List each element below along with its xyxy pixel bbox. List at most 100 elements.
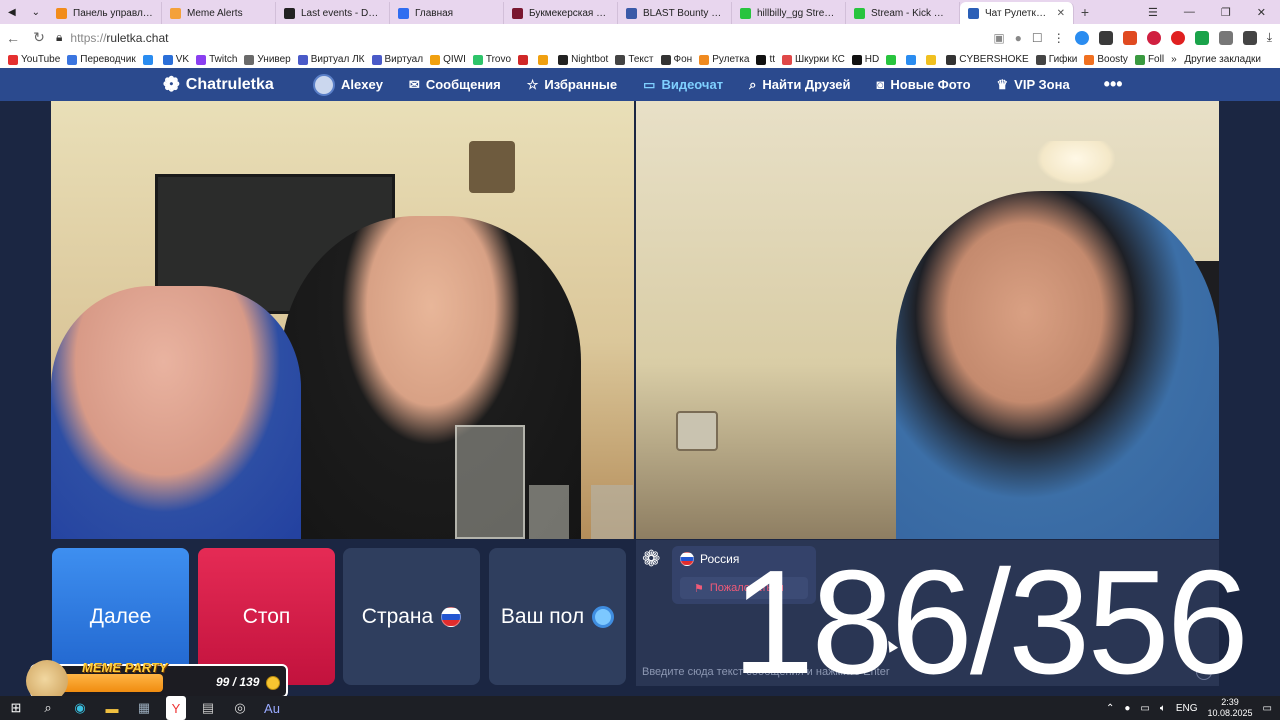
extension-icon[interactable] [1146, 30, 1161, 45]
bookmark-item[interactable]: YouTube [8, 54, 60, 65]
bookmark-item[interactable]: QIWI [430, 54, 466, 65]
menu-dots-icon[interactable]: ⋮ [1053, 31, 1065, 45]
tab-title: Панель управления - [73, 7, 153, 19]
country-button[interactable]: Страна [343, 548, 480, 685]
search-icon[interactable]: ⌕ [32, 696, 64, 720]
bookmark-item[interactable] [926, 54, 939, 65]
bookmark-item[interactable]: Foll [1134, 54, 1165, 65]
nav-item-2[interactable]: ▭ Видеочат [643, 77, 723, 93]
windows-start-icon[interactable]: ⊞ [0, 696, 32, 720]
bookmark-item[interactable]: Twitch [196, 54, 237, 65]
chevron-down-icon[interactable]: ⌄ [32, 7, 40, 18]
network-icon[interactable]: ▭ [1140, 703, 1149, 714]
other-bookmarks[interactable]: Другие закладки [1184, 54, 1273, 65]
bookmark-item[interactable] [906, 54, 919, 65]
volume-icon[interactable]: 🔈︎ [1160, 703, 1166, 714]
tab-5[interactable]: BLAST Bounty 2025 S [618, 2, 732, 24]
gender-button[interactable]: Ваш пол [489, 548, 626, 685]
tab-3[interactable]: Главная [390, 2, 504, 24]
extension-icon[interactable] [1242, 30, 1257, 45]
nav-item-5[interactable]: ♛ VIP Зона [997, 77, 1070, 93]
browser-tab-bar: ◀ ⌄ Панель управления - Meme Alerts Last e… [0, 0, 1280, 24]
video-glass [591, 485, 633, 539]
obs-icon[interactable]: ◎ [224, 696, 256, 720]
nav-item-0[interactable]: ✉ Сообщения [409, 77, 501, 93]
bookmark-item[interactable]: Переводчик [67, 54, 136, 65]
bookmark-item[interactable]: HD [851, 54, 879, 65]
minimize-icon[interactable]: — [1184, 6, 1195, 19]
bookmark-item[interactable]: Nightbot [558, 54, 608, 65]
nav-user[interactable]: Alexey [313, 73, 383, 96]
tab-audio-icon[interactable]: ◀ [8, 7, 16, 18]
tab-controls: ◀ ⌄ [0, 0, 48, 24]
new-tab-button[interactable]: + [1074, 4, 1096, 20]
language-indicator[interactable]: ENG [1176, 703, 1198, 714]
extension-icon[interactable] [1194, 30, 1209, 45]
app-icon[interactable]: ▤ [192, 696, 224, 720]
extension-icon[interactable] [1218, 30, 1233, 45]
back-icon[interactable]: ← [0, 30, 26, 46]
bookmark-favicon-icon [1134, 54, 1145, 65]
camera-permission-icon[interactable]: ▣ [993, 31, 1004, 45]
bookmark-item[interactable]: Boosty [1084, 54, 1128, 65]
bookmark-item[interactable] [538, 54, 551, 65]
tray-clock[interactable]: 2:39 10.08.2025 [1208, 697, 1253, 719]
tab-close-icon[interactable]: ✕ [1057, 8, 1065, 19]
bookmark-item[interactable]: Виртуал [371, 54, 423, 65]
bookmark-item[interactable]: Рулетка [699, 54, 749, 65]
chevron-up-icon[interactable]: ⌃ [1106, 703, 1114, 714]
folder-icon[interactable]: ▬ [96, 696, 128, 720]
bookmark-item[interactable]: CYBERSHOKE [946, 54, 1029, 65]
bookmark-item[interactable]: VK [162, 54, 189, 65]
more-menu-icon[interactable]: ••• [1104, 74, 1123, 95]
tab-1[interactable]: Meme Alerts [162, 2, 276, 24]
bookmark-favicon-icon [1035, 54, 1046, 65]
edge-icon[interactable]: ◉ [64, 696, 96, 720]
bookmark-label: Универ [257, 54, 291, 65]
bookmark-item[interactable] [886, 54, 899, 65]
tab-menu-icon[interactable]: ☰ [1148, 6, 1158, 19]
site-logo[interactable]: ❁ Chatruletka [163, 72, 313, 97]
mic-icon[interactable]: ● [1124, 703, 1130, 714]
audition-icon[interactable]: Au [256, 696, 288, 720]
notifications-icon[interactable]: ▭ [1263, 703, 1272, 714]
bookmark-item[interactable]: Фон [660, 54, 692, 65]
extension-icon[interactable] [1098, 30, 1113, 45]
tab-7[interactable]: Stream - Kick Dashbo [846, 2, 960, 24]
tab-0[interactable]: Панель управления - [48, 2, 162, 24]
meme-party-widget: MEME PARTY 99 / 139 [26, 660, 288, 702]
nav-item-4[interactable]: ◙ Новые Фото [877, 77, 971, 92]
bookmark-item[interactable] [518, 54, 531, 65]
bookmark-item[interactable]: Шкурки КС [782, 54, 845, 65]
tab-6[interactable]: hillbilly_gg Stream - V [732, 2, 846, 24]
calculator-icon[interactable]: ▦ [128, 696, 160, 720]
nav-item-3[interactable]: ⌕ Найти Друзей [749, 77, 850, 93]
self-video-right [636, 101, 1219, 539]
bookmark-item[interactable]: tt [756, 54, 775, 65]
bookmark-item[interactable]: Trovo [472, 54, 511, 65]
bookmark-icon[interactable]: ☐ [1032, 31, 1043, 45]
yandex-browser-icon[interactable]: Y [166, 696, 186, 720]
url-field[interactable]: 🔒︎ https://ruletka.chat [56, 30, 856, 45]
tab-2[interactable]: Last events - Donate [276, 2, 390, 24]
bookmark-label: Foll [1147, 54, 1165, 65]
extension-icon[interactable] [1122, 30, 1137, 45]
mic-permission-icon[interactable]: ● [1015, 31, 1022, 45]
close-icon[interactable]: ✕ [1257, 6, 1266, 19]
tab-4[interactable]: Букмекерская конто [504, 2, 618, 24]
reload-icon[interactable]: ↻ [26, 29, 52, 46]
extension-icon[interactable] [1074, 30, 1089, 45]
bookmark-item[interactable]: Гифки [1035, 54, 1077, 65]
bookmark-item[interactable]: Универ [244, 54, 291, 65]
restore-icon[interactable]: ❐ [1221, 6, 1231, 19]
bookmark-item[interactable]: Текст [615, 54, 654, 65]
download-icon[interactable]: ⤓ [1267, 30, 1272, 45]
bookmarks-overflow-icon[interactable]: » [1171, 54, 1177, 65]
nav-item-1[interactable]: ☆ Избранные [527, 77, 617, 93]
nav-item-label: Найти Друзей [762, 77, 851, 92]
bookmark-item[interactable]: Виртуал ЛК [297, 54, 365, 65]
bookmark-favicon-icon [142, 54, 153, 65]
extension-icon[interactable] [1170, 30, 1185, 45]
bookmark-item[interactable] [142, 54, 156, 65]
tab-8[interactable]: Чат Рулетка — ✕ [960, 2, 1074, 24]
